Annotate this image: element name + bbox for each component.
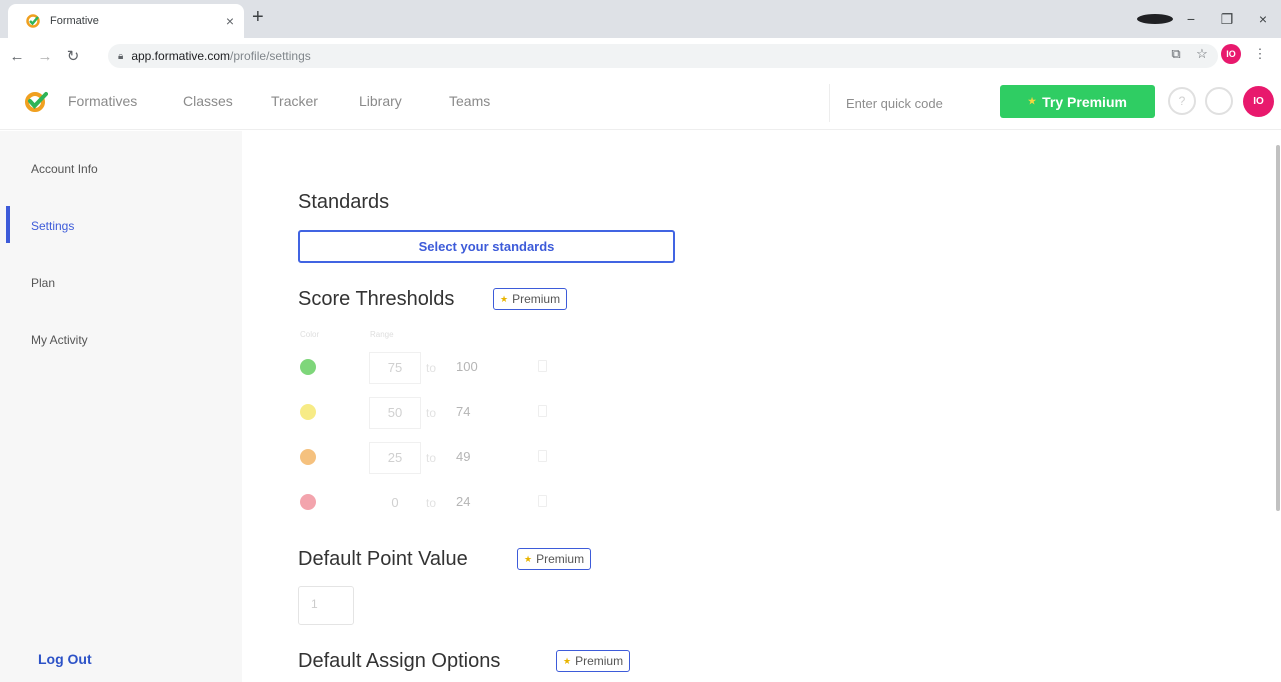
trash-icon[interactable] (538, 450, 547, 462)
maximize-button[interactable]: ❐ (1209, 11, 1245, 28)
star-icon: ★ (563, 655, 572, 666)
sidebar-item-settings[interactable]: Settings (31, 219, 74, 233)
url-path: /profile/settings (230, 49, 311, 63)
bookmark-star-icon[interactable]: ☆ (1189, 46, 1215, 62)
threshold-from-input[interactable]: 75 (369, 352, 421, 384)
url-domain: app.formative.com (131, 49, 231, 63)
sidebar-item-plan[interactable]: Plan (31, 276, 55, 290)
close-window-button[interactable]: × (1245, 11, 1281, 27)
forward-arrow-icon[interactable]: → (34, 48, 56, 65)
default-point-value-title: Default Point Value (298, 548, 468, 570)
sidebar-item-my-activity[interactable]: My Activity (31, 333, 88, 347)
nav-classes[interactable]: Classes (183, 93, 233, 109)
threshold-color-dot[interactable] (300, 359, 316, 375)
browser-profile-avatar[interactable]: IO (1221, 44, 1241, 64)
premium-badge: ★ Premium (517, 548, 592, 570)
threshold-row: 25 to 49 (298, 440, 558, 474)
settings-sidebar: Account Info Settings Plan My Activity L… (0, 131, 242, 682)
threshold-from-value: 0 (391, 495, 399, 510)
new-tab-button[interactable]: + (252, 6, 264, 29)
threshold-to-value: 74 (456, 404, 471, 419)
reload-icon[interactable]: ↻ (62, 47, 84, 65)
threshold-color-dot[interactable] (300, 494, 316, 510)
default-assign-options-title: Default Assign Options (298, 650, 501, 672)
star-icon: ★ (1028, 96, 1037, 106)
nav-library[interactable]: Library (359, 93, 402, 109)
threshold-row: 50 to 74 (298, 395, 558, 429)
threshold-color-dot[interactable] (300, 404, 316, 420)
nav-formatives[interactable]: Formatives (68, 93, 137, 109)
minimize-button[interactable]: − (1173, 11, 1209, 27)
threshold-from-input[interactable]: 50 (369, 397, 421, 429)
standards-title: Standards (298, 191, 390, 213)
threshold-from-input[interactable]: 25 (369, 442, 421, 474)
select-standards-button[interactable]: Select your standards (298, 230, 675, 263)
premium-badge: ★ Premium (493, 288, 568, 310)
browser-actions: ⧉ ☆ IO ⋮ (1163, 44, 1273, 64)
to-label: to (426, 496, 437, 510)
lock-icon: 🔒︎ (118, 50, 124, 62)
active-indicator (6, 206, 10, 243)
star-icon: ★ (524, 553, 533, 564)
threshold-to-value: 100 (456, 359, 478, 374)
range-column-header: Range (370, 330, 394, 339)
point-value-input[interactable]: 1 (298, 586, 354, 625)
threshold-to-value: 24 (456, 494, 471, 509)
formative-favicon-icon (26, 14, 40, 28)
url-field[interactable]: 🔒︎ app.formative.com /profile/settings (108, 44, 1218, 68)
try-premium-button[interactable]: ★ Try Premium (1000, 85, 1155, 118)
trash-icon[interactable] (538, 405, 547, 417)
star-icon: ★ (500, 293, 509, 304)
back-arrow-icon[interactable]: ← (6, 48, 28, 65)
threshold-row: 0 to 24 (298, 485, 558, 517)
nav-tracker[interactable]: Tracker (271, 93, 318, 109)
user-avatar[interactable]: IO (1243, 86, 1274, 117)
sidebar-item-account-info[interactable]: Account Info (31, 162, 98, 176)
trash-icon[interactable] (538, 360, 547, 372)
to-label: to (426, 406, 437, 420)
app-header: Formatives Classes Tracker Library Teams… (0, 76, 1281, 130)
window-controls: − ❐ × (1137, 0, 1281, 38)
score-thresholds-title: Score Thresholds (298, 288, 455, 310)
color-column-header: Color (300, 330, 320, 339)
translate-icon[interactable]: ⧉ (1163, 46, 1189, 62)
notifications-icon[interactable] (1205, 87, 1233, 115)
quick-code-input[interactable] (846, 92, 986, 114)
tab-title: Formative (50, 15, 99, 27)
browser-tab[interactable]: Formative × (8, 4, 244, 38)
page-scrollbar[interactable] (1276, 145, 1280, 511)
address-bar: ← → ↻ 🔒︎ app.formative.com /profile/sett… (0, 38, 1281, 74)
to-label: to (426, 451, 437, 465)
kebab-menu-icon[interactable]: ⋮ (1247, 46, 1273, 62)
premium-badge: ★ Premium (556, 650, 631, 672)
threshold-color-dot[interactable] (300, 449, 316, 465)
trash-icon[interactable] (538, 495, 547, 507)
logout-link[interactable]: Log Out (38, 651, 92, 667)
nav-teams[interactable]: Teams (449, 93, 490, 109)
record-icon[interactable] (1137, 11, 1173, 27)
premium-badge-label: Premium (575, 654, 624, 668)
threshold-row: 75 to 100 (298, 350, 558, 384)
threshold-to-value: 49 (456, 449, 471, 464)
browser-tab-strip: Formative × + − ❐ × (0, 0, 1281, 38)
premium-badge-label: Premium (512, 292, 561, 306)
try-premium-label: Try Premium (1042, 93, 1127, 110)
formative-logo-icon[interactable] (24, 90, 48, 114)
to-label: to (426, 361, 437, 375)
header-divider (829, 84, 830, 122)
tab-close-icon[interactable]: × (226, 13, 234, 29)
help-icon[interactable]: ? (1168, 87, 1196, 115)
premium-badge-label: Premium (536, 552, 585, 566)
